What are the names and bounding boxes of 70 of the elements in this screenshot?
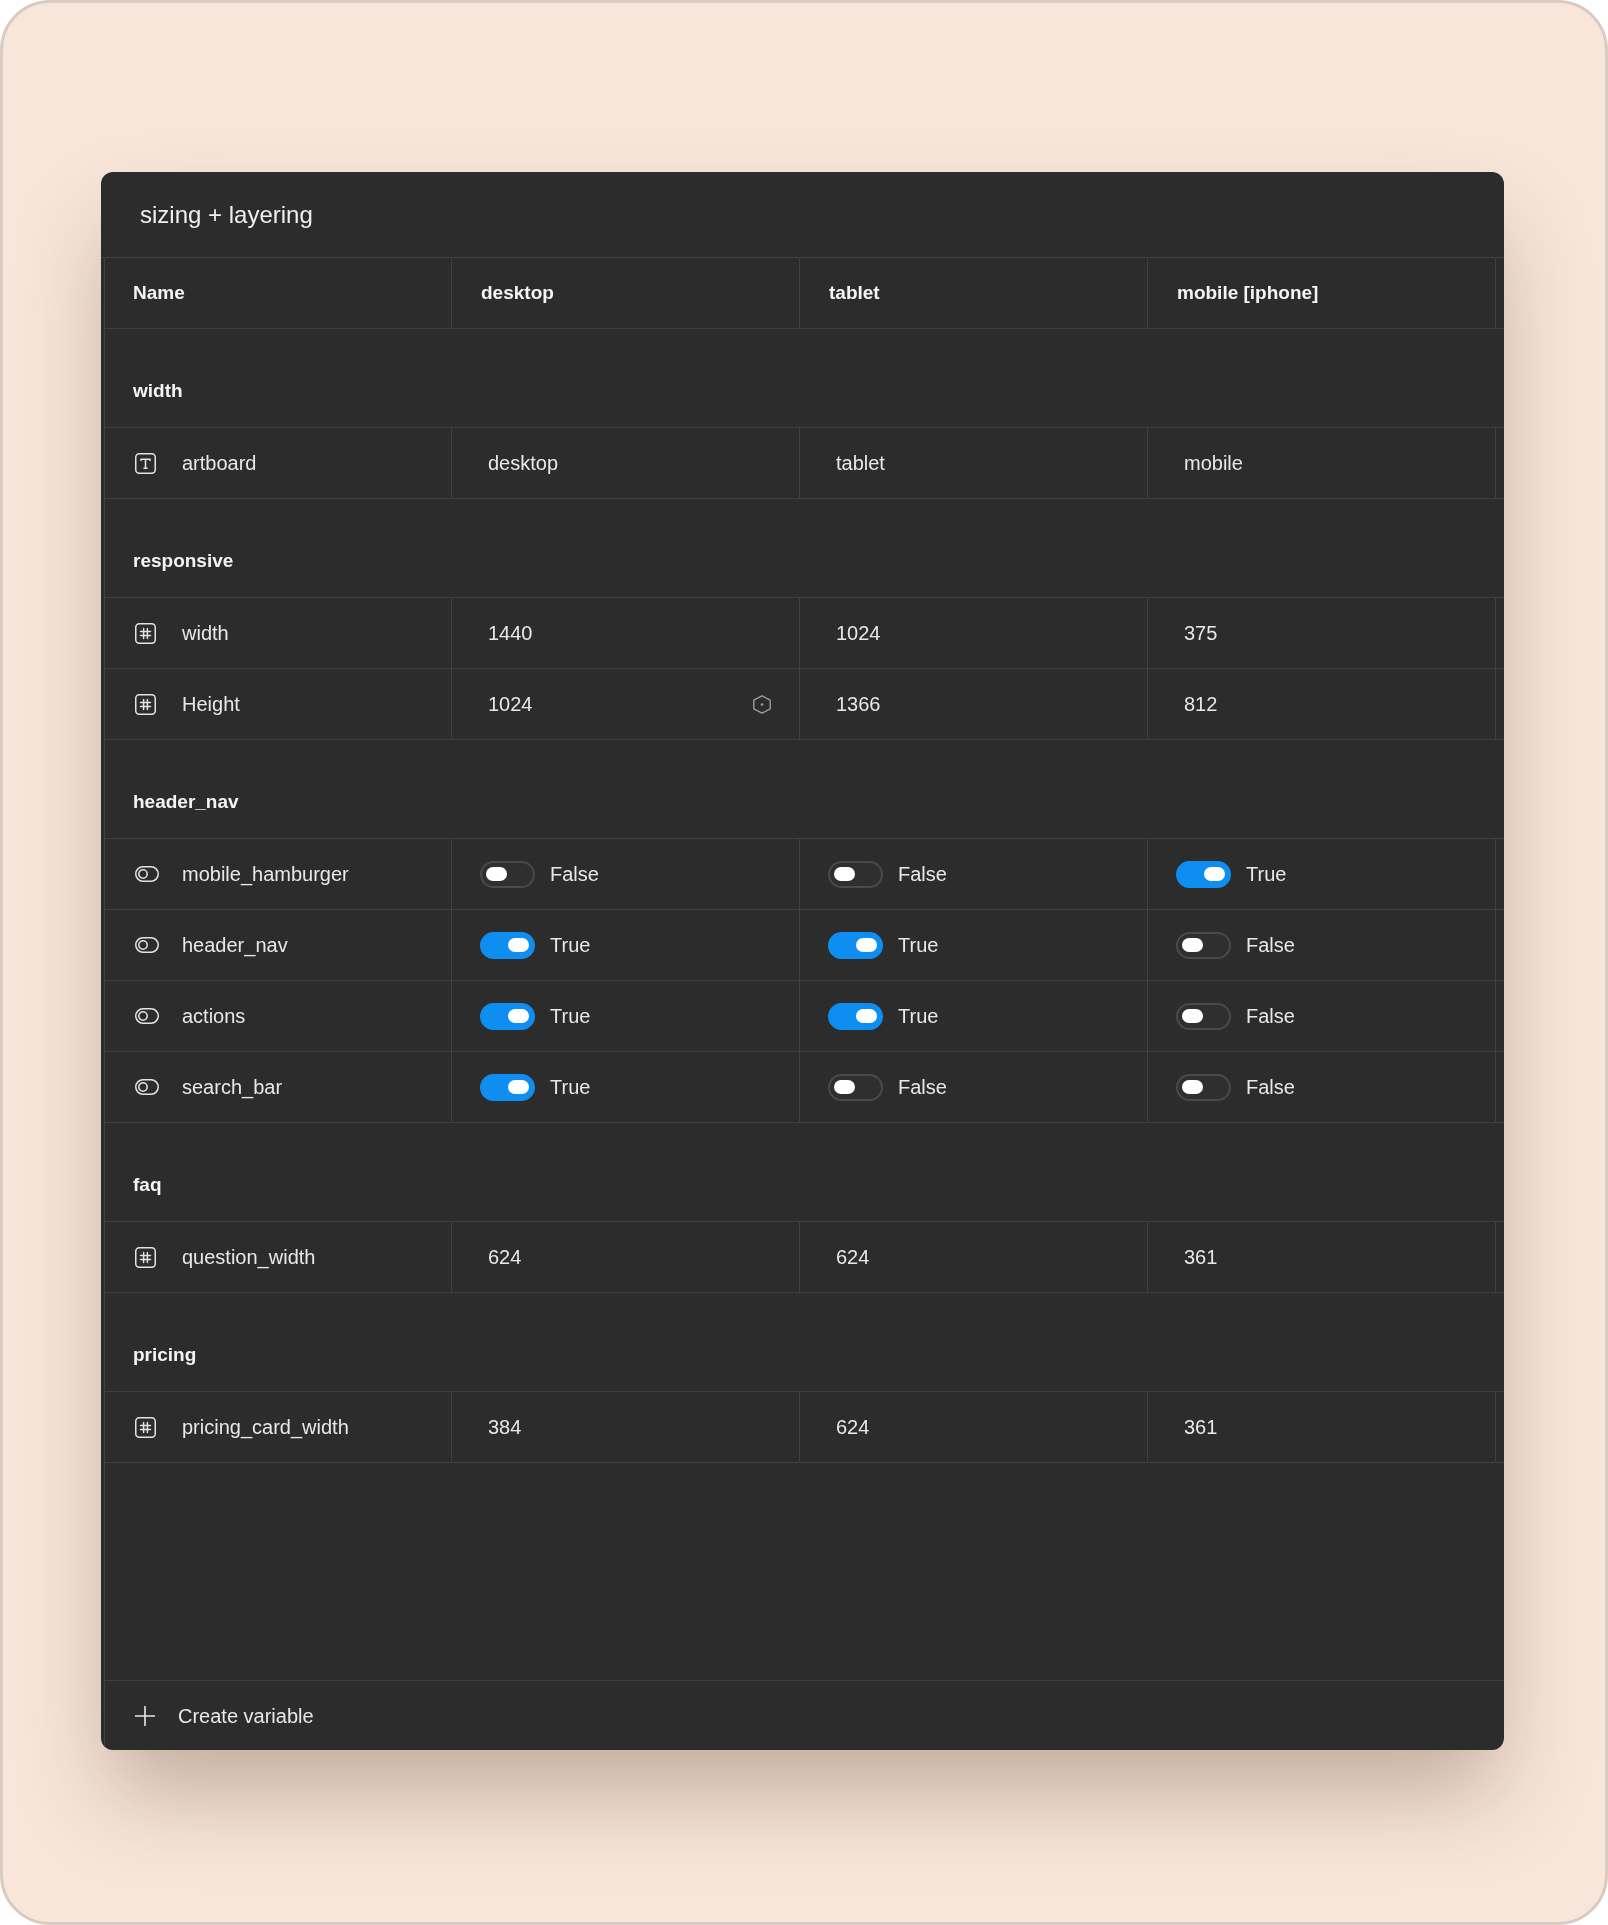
toggle-label: True <box>550 933 591 958</box>
toggle-label: True <box>898 933 939 958</box>
toggle-switch[interactable] <box>480 860 535 888</box>
toggle-label: True <box>550 1075 591 1100</box>
variable-name: mobile_hamburger <box>182 862 349 888</box>
variable-name: question_width <box>182 1245 316 1271</box>
group-label: faq <box>133 1173 162 1198</box>
toggle-label: True <box>1246 862 1287 887</box>
cell-value: tablet <box>836 451 885 476</box>
toggle-switch[interactable] <box>1176 1073 1231 1101</box>
toggle-switch[interactable] <box>1176 1002 1231 1030</box>
toggle-switch[interactable] <box>480 1073 535 1101</box>
variable-name: pricing_card_width <box>182 1415 349 1441</box>
cell-value: 1366 <box>836 692 881 717</box>
number-type-icon <box>135 1416 156 1438</box>
group-label: width <box>133 379 183 404</box>
group-label: pricing <box>133 1343 197 1368</box>
column-header: Name <box>133 280 185 305</box>
number-type-icon <box>135 693 156 715</box>
variable-name: Height <box>182 692 240 717</box>
cell-value: 1024 <box>836 621 881 646</box>
column-header: mobile [iphone] <box>1177 280 1319 305</box>
toggle-label: True <box>550 1004 591 1029</box>
cell-value: 624 <box>836 1415 870 1440</box>
toggle-switch[interactable] <box>828 1002 883 1030</box>
toggle-type-icon <box>135 866 159 882</box>
toggle-label: False <box>1246 933 1295 958</box>
toggle-label: False <box>1246 1075 1295 1100</box>
text-type-icon <box>135 452 156 474</box>
toggle-type-icon <box>135 1008 159 1024</box>
create-variable-button[interactable]: Create variable <box>135 1700 314 1731</box>
cell-value: 1440 <box>488 621 533 646</box>
toggle-switch[interactable] <box>480 931 535 959</box>
toggle-label: False <box>898 1075 947 1100</box>
toggle-type-icon <box>135 1079 159 1095</box>
hexagon-icon[interactable] <box>753 694 771 714</box>
variable-name: artboard <box>182 451 257 476</box>
number-type-icon <box>135 1246 156 1268</box>
variable-name: actions <box>182 1004 246 1029</box>
group-label: responsive <box>133 549 234 574</box>
toggle-switch[interactable] <box>828 1073 883 1101</box>
cell-value: 624 <box>836 1245 870 1270</box>
toggle-switch[interactable] <box>1176 860 1231 888</box>
toggle-label: False <box>550 862 599 887</box>
cell-value: desktop <box>488 451 559 476</box>
toggle-label: True <box>898 1004 939 1029</box>
panel-title: sizing + layering <box>140 199 313 230</box>
variable-name: header_nav <box>182 933 288 959</box>
number-type-icon <box>135 622 156 644</box>
column-header: desktop <box>481 280 554 305</box>
toggle-switch[interactable] <box>1176 931 1231 959</box>
toggle-type-icon <box>135 937 159 953</box>
cell-value: 1024 <box>488 692 533 717</box>
column-header: tablet <box>829 280 880 305</box>
cell-value: 361 <box>1184 1415 1218 1440</box>
toggle-label: False <box>898 862 947 887</box>
plus-icon <box>135 1705 155 1726</box>
toggle-label: False <box>1246 1004 1295 1029</box>
cell-value: 384 <box>488 1415 522 1440</box>
variable-name: width <box>182 621 229 646</box>
cell-value: mobile <box>1184 451 1243 476</box>
toggle-switch[interactable] <box>828 931 883 959</box>
cell-value: 624 <box>488 1245 522 1270</box>
variable-name: search_bar <box>182 1075 283 1101</box>
toggle-switch[interactable] <box>480 1002 535 1030</box>
group-label: header_nav <box>133 790 239 815</box>
cell-value: 361 <box>1184 1245 1218 1270</box>
cell-value: 812 <box>1184 692 1218 717</box>
toggle-switch[interactable] <box>828 860 883 888</box>
cell-value: 375 <box>1184 621 1218 646</box>
